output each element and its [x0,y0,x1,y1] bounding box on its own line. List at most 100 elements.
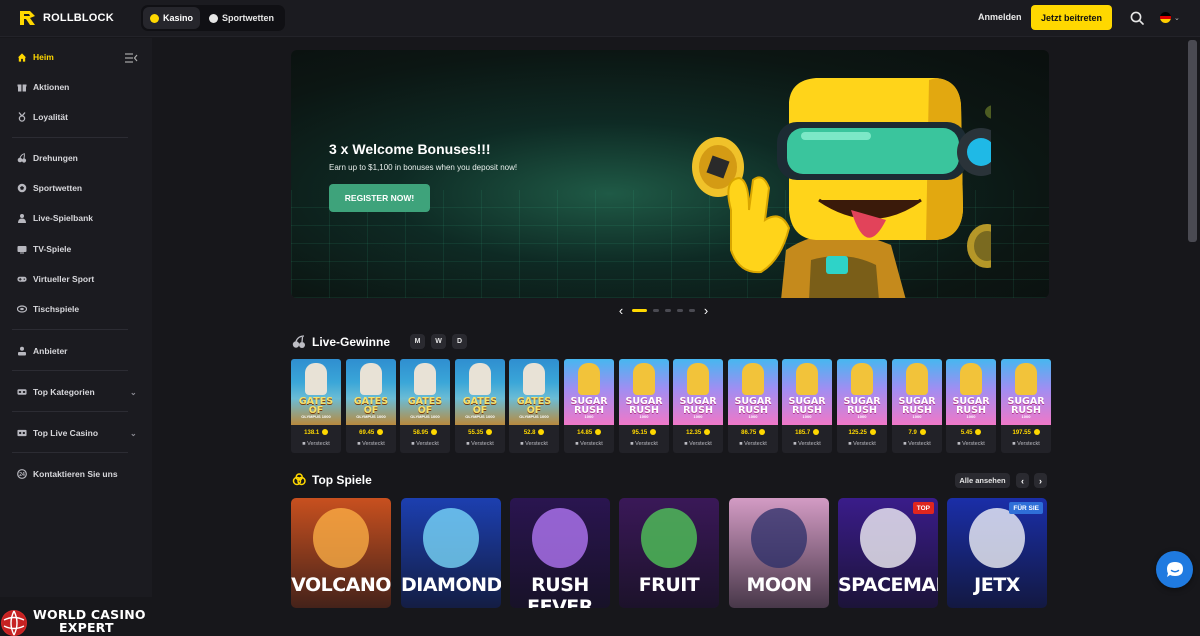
sidebar-item-providers[interactable]: Anbieter [0,340,152,362]
sidebar-item-label: Top Kategorien [33,387,95,397]
live-win-card[interactable]: SUGAR RUSH 1000 125.25 ■ Versteckt [837,359,887,453]
live-win-card[interactable]: GATES OF OLYMPUS 1000 138.1 ■ Versteckt [291,359,341,453]
hero-pagination: ‹ › [616,303,711,318]
watermark-text-line2: EXPERT [59,620,114,635]
live-win-card[interactable]: SUGAR RUSH 1000 14.85 ■ Versteckt [564,359,614,453]
sidebar-item-top-categories[interactable]: Top Kategorien ⌄ [0,381,152,403]
coin-icon [703,429,710,435]
game-card[interactable]: DIAMOND [401,498,501,608]
live-win-card[interactable]: SUGAR RUSH 1000 12.35 ■ Versteckt [673,359,723,453]
game-title: GATES OF [353,396,389,416]
live-win-card[interactable]: GATES OF OLYMPUS 1000 52.8 ■ Versteckt [509,359,559,453]
slide-dot[interactable] [689,309,695,312]
game-thumbnail: GATES OF OLYMPUS 1000 [509,359,559,425]
win-user-name: Versteckt [908,441,931,447]
win-amount-value: 55.35 [468,430,484,436]
game-card[interactable]: MOON [729,498,829,608]
sidebar-item-top-live-casino[interactable]: Top Live Casino ⌄ [0,422,152,444]
live-win-card[interactable]: GATES OF OLYMPUS 1000 55.35 ■ Versteckt [455,359,505,453]
game-artwork [313,508,369,568]
win-user: ■ Versteckt [520,441,548,447]
german-flag-icon [1160,12,1171,23]
filter-week-button[interactable]: W [431,334,447,349]
win-user-name: Versteckt [362,441,385,447]
slide-dot[interactable] [665,309,671,312]
join-button[interactable]: Jetzt beitreten [1031,5,1112,30]
sidebar-divider [12,370,128,371]
game-subtitle: 1000 [584,414,594,419]
win-amount: 58.95 [400,429,450,436]
filter-month-button[interactable]: M [410,334,426,349]
win-amount: 7.9 [892,429,942,436]
chevron-left-icon[interactable]: ‹ [1016,473,1029,488]
win-user-name: Versteckt [962,441,985,447]
live-win-card[interactable]: GATES OF OLYMPUS 1000 58.95 ■ Versteckt [400,359,450,453]
game-thumbnail: SUGAR RUSH 1000 [728,359,778,425]
sidebar-item-virtual-sports[interactable]: Virtueller Sport [0,268,152,290]
view-all-button[interactable]: Alle ansehen [955,473,1010,488]
categories-icon [17,387,27,397]
win-amount: 185.7 [782,429,832,436]
language-selector[interactable]: ⌄ [1160,12,1180,23]
login-link[interactable]: Anmelden [978,12,1022,22]
slide-dot[interactable] [677,309,683,312]
live-win-card[interactable]: SUGAR RUSH 1000 7.9 ■ Versteckt [892,359,942,453]
page-scrollbar[interactable] [1188,40,1197,242]
game-title: VOLCANO [291,574,391,596]
sidebar-item-home[interactable]: Heim [0,46,152,68]
register-now-button[interactable]: REGISTER NOW! [329,184,430,212]
sidebar-item-table-games[interactable]: Tischspiele [0,298,152,320]
live-win-card[interactable]: SUGAR RUSH 1000 95.15 ■ Versteckt [619,359,669,453]
sidebar-item-sportsbook[interactable]: Sportwetten [0,177,152,199]
chat-bubble-icon [1166,561,1183,577]
game-card[interactable]: RUSH FEVER [510,498,610,608]
slide-dot[interactable] [632,309,647,312]
live-win-card[interactable]: SUGAR RUSH 1000 197.55 ■ Versteckt [1001,359,1051,453]
sidebar-item-label: Top Live Casino [33,428,99,438]
live-wins-list: GATES OF OLYMPUS 1000 138.1 ■ Versteckt GAT… [291,359,1051,453]
sidebar-item-loyalty[interactable]: Loyalität [0,106,152,128]
win-user: ■ Versteckt [411,441,439,447]
game-character-illustration [742,363,764,395]
coin-icon [758,429,765,435]
filter-day-button[interactable]: D [452,334,468,349]
robot-mascot-illustration [692,78,991,298]
chevron-right-icon[interactable]: › [701,303,711,318]
live-win-card[interactable]: SUGAR RUSH 1000 5.45 ■ Versteckt [946,359,996,453]
sidebar-item-live-casino[interactable]: Live-Spielbank [0,207,152,229]
sidebar-item-promotions[interactable]: Aktionen [0,76,152,98]
live-win-card[interactable]: GATES OF OLYMPUS 1000 69.45 ■ Versteckt [346,359,396,453]
sidebar-item-tv-games[interactable]: TV-Spiele [0,238,152,260]
search-icon[interactable] [1129,10,1145,26]
mode-sports-button[interactable]: Sportwetten [202,7,281,29]
live-chat-button[interactable] [1156,551,1193,588]
game-subtitle: 1000 [966,414,976,419]
game-title: GATES OF [462,396,498,416]
chevron-right-icon[interactable]: › [1034,473,1047,488]
hero-banner[interactable]: 3 x Welcome Bonuses!!! Earn up to $1,100… [291,50,1049,298]
game-card[interactable]: VOLCANO [291,498,391,608]
home-icon [17,52,27,62]
win-user-name: Versteckt [471,441,494,447]
game-title: SUGAR RUSH [843,396,881,416]
mode-casino-button[interactable]: Kasino [143,7,201,29]
game-character-illustration [687,363,709,395]
chevron-left-icon[interactable]: ‹ [616,303,626,318]
game-character-illustration [469,363,491,395]
game-card[interactable]: SPACEMAN TOP [838,498,938,608]
site-logo[interactable]: ROLLBLOCK [18,9,114,27]
live-win-card[interactable]: SUGAR RUSH 1000 185.7 ■ Versteckt [782,359,832,453]
game-card[interactable]: FRUIT [619,498,719,608]
sidebar-item-contact[interactable]: 24 Kontaktieren Sie uns [0,463,152,485]
win-user-name: Versteckt [580,441,603,447]
game-card[interactable]: JETX FÜR SIE [947,498,1047,608]
live-win-card[interactable]: SUGAR RUSH 1000 86.75 ■ Versteckt [728,359,778,453]
sidebar-item-spins[interactable]: Drehungen [0,147,152,169]
game-thumbnail: SUGAR RUSH 1000 [564,359,614,425]
sidebar-divider [12,452,128,453]
slide-dot[interactable] [653,309,659,312]
mode-casino-label: Kasino [163,13,194,23]
game-character-illustration [851,363,873,395]
game-subtitle: OLYMPUS 1000 [410,414,440,419]
win-amount: 5.45 [946,429,996,436]
